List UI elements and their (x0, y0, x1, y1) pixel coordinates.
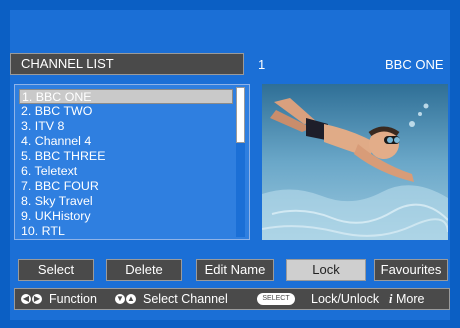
channel-list-scrollbar[interactable] (236, 87, 245, 237)
channel-item-7[interactable]: 7. BBC FOUR (21, 179, 231, 194)
channel-item-9[interactable]: 9. UKHistory (21, 209, 231, 224)
down-arrow-icon: ▼ (115, 293, 125, 304)
info-icon: i (389, 292, 393, 306)
channel-list: 1. BBC ONE 2. BBC TWO 3. ITV 8 4. Channe… (14, 84, 250, 240)
up-down-keys-icon: ▼ ▲ (115, 289, 136, 309)
help-select-channel-label: Select Channel (143, 292, 228, 306)
help-function-label: Function (49, 292, 97, 306)
tv-screen: CHANNEL LIST 1 BBC ONE 1. BBC ONE 2. BBC… (0, 0, 460, 328)
channel-item-10[interactable]: 10. RTL (21, 224, 231, 239)
select-button[interactable]: Select (18, 259, 94, 281)
up-arrow-icon: ▲ (126, 293, 136, 304)
favourites-button[interactable]: Favourites (374, 259, 448, 281)
channel-item-8[interactable]: 8. Sky Travel (21, 194, 231, 209)
edit-name-button[interactable]: Edit Name (196, 259, 274, 281)
channel-item-1[interactable]: 1. BBC ONE (19, 89, 233, 104)
scrollbar-thumb[interactable] (236, 87, 245, 143)
channel-item-4[interactable]: 4. Channel 4 (21, 134, 231, 149)
current-channel-number: 1 (258, 57, 266, 72)
channel-list-title: CHANNEL LIST (10, 53, 244, 75)
lock-button[interactable]: Lock (286, 259, 366, 281)
channel-preview-image (262, 84, 448, 240)
channel-item-2[interactable]: 2. BBC TWO (21, 104, 231, 119)
channel-item-6[interactable]: 6. Teletext (21, 164, 231, 179)
help-lock-unlock-label: Lock/Unlock (311, 292, 380, 306)
right-arrow-icon: ▶ (32, 293, 42, 304)
channel-item-5[interactable]: 5. BBC THREE (21, 149, 231, 164)
left-right-keys-icon: ◀ ▶ (21, 289, 42, 309)
current-channel-name: BBC ONE (385, 57, 444, 72)
left-arrow-icon: ◀ (21, 293, 31, 304)
select-key-icon: SELECT (257, 289, 295, 309)
delete-button[interactable]: Delete (106, 259, 182, 281)
select-key-label: SELECT (257, 292, 295, 305)
help-bar: ◀ ▶ Function ▼ ▲ Select Channel SELECT Loc… (14, 288, 450, 310)
swimmer-underwater-image (262, 84, 448, 240)
channel-item-3[interactable]: 3. ITV 8 (21, 119, 231, 134)
help-more-label: More (396, 292, 425, 306)
